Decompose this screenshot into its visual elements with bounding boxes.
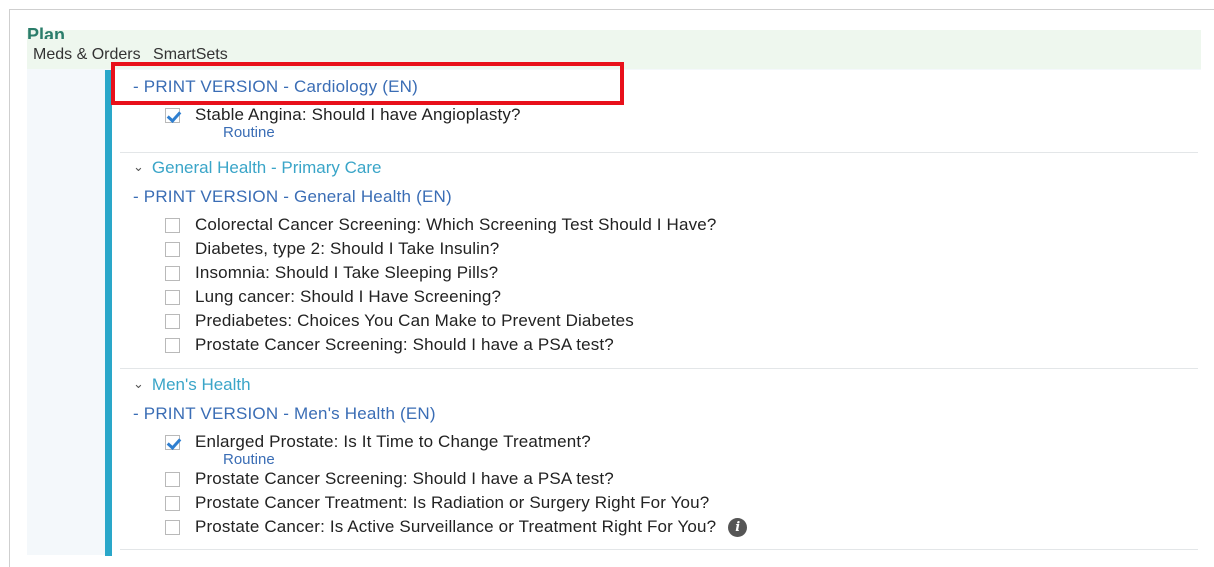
- list-item[interactable]: Prostate Cancer Screening: Should I have…: [165, 334, 614, 356]
- checkbox[interactable]: [165, 217, 180, 233]
- list-item[interactable]: Lung cancer: Should I Have Screening?: [165, 286, 501, 308]
- list-item[interactable]: Insomnia: Should I Take Sleeping Pills?: [165, 262, 498, 284]
- plan-title: Plan: [27, 25, 66, 39]
- checkbox[interactable]: [165, 241, 180, 257]
- section-accent-bar: [105, 70, 112, 556]
- tab-smartsets[interactable]: SmartSets: [153, 46, 228, 63]
- list-item[interactable]: Prediabetes: Choices You Can Make to Pre…: [165, 310, 634, 332]
- print-version-general-header[interactable]: - PRINT VERSION - General Health (EN): [133, 187, 452, 207]
- checkbox[interactable]: [165, 337, 180, 353]
- list-item[interactable]: Prostate Cancer Treatment: Is Radiation …: [165, 492, 709, 514]
- group-general-health[interactable]: ⌄ General Health - Primary Care: [133, 158, 381, 178]
- print-version-mens-header[interactable]: - PRINT VERSION - Men's Health (EN): [133, 404, 436, 424]
- checkbox[interactable]: [165, 265, 180, 281]
- section-divider: [120, 152, 1198, 153]
- list-item[interactable]: Prostate Cancer: Is Active Surveillance …: [165, 516, 748, 538]
- item-label: Lung cancer: Should I Have Screening?: [195, 287, 502, 306]
- checkbox-checked[interactable]: [165, 107, 180, 123]
- order-priority-routine[interactable]: Routine: [223, 124, 275, 141]
- list-item[interactable]: Enlarged Prostate: Is It Time to Change …: [165, 431, 591, 453]
- checkbox[interactable]: [165, 519, 180, 535]
- item-label: Colorectal Cancer Screening: Which Scree…: [195, 215, 717, 234]
- list-item[interactable]: Colorectal Cancer Screening: Which Scree…: [165, 214, 716, 236]
- list-item[interactable]: Diabetes, type 2: Should I Take Insulin?: [165, 238, 499, 260]
- checkbox[interactable]: [165, 313, 180, 329]
- item-label: Prostate Cancer Screening: Should I have…: [195, 335, 614, 354]
- item-label: Diabetes, type 2: Should I Take Insulin?: [195, 239, 500, 258]
- item-label: Prostate Cancer: Is Active Surveillance …: [195, 517, 717, 536]
- info-icon[interactable]: i: [728, 517, 748, 537]
- list-item[interactable]: Stable Angina: Should I have Angioplasty…: [165, 104, 521, 126]
- tab-meds-orders[interactable]: Meds & Orders: [33, 46, 141, 63]
- order-priority-routine[interactable]: Routine: [223, 451, 275, 468]
- annotation-highlight-box: [111, 62, 624, 105]
- checkbox[interactable]: [165, 495, 180, 511]
- checkbox[interactable]: [165, 289, 180, 305]
- chevron-down-icon[interactable]: ⌄: [133, 159, 144, 175]
- item-label: Prostate Cancer Treatment: Is Radiation …: [195, 493, 710, 512]
- section-divider: [120, 549, 1198, 550]
- item-label: Stable Angina: Should I have Angioplasty…: [195, 105, 521, 124]
- checkbox-checked[interactable]: [165, 434, 180, 450]
- list-item[interactable]: Prostate Cancer Screening: Should I have…: [165, 468, 614, 490]
- item-label: Prediabetes: Choices You Can Make to Pre…: [195, 311, 634, 330]
- group-mens-health[interactable]: ⌄ Men's Health: [133, 375, 251, 395]
- chevron-down-icon[interactable]: ⌄: [133, 376, 144, 392]
- window-left-border: [0, 9, 10, 567]
- item-label: Insomnia: Should I Take Sleeping Pills?: [195, 263, 499, 282]
- item-label: Enlarged Prostate: Is It Time to Change …: [195, 432, 591, 451]
- checkbox[interactable]: [165, 471, 180, 487]
- window-top-border: [0, 0, 1214, 10]
- section-divider: [120, 368, 1198, 369]
- item-label: Prostate Cancer Screening: Should I have…: [195, 469, 614, 488]
